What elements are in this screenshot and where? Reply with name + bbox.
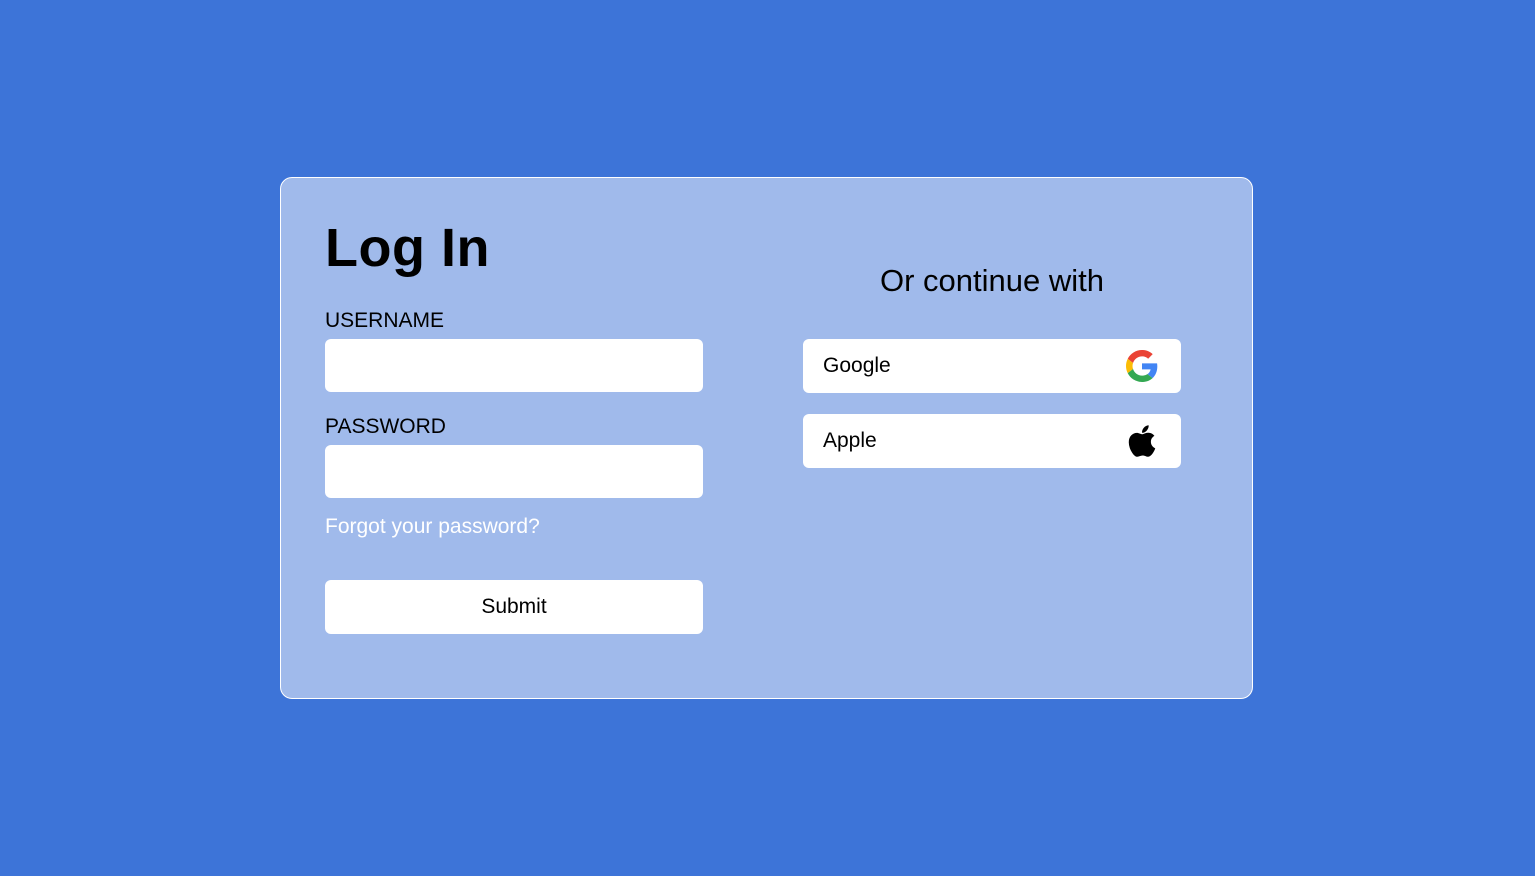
page-title: Log In	[325, 218, 490, 278]
social-heading: Or continue with	[880, 263, 1104, 298]
forgot-password-link[interactable]: Forgot your password?	[325, 514, 540, 540]
apple-login-button[interactable]: Apple	[803, 414, 1181, 468]
apple-button-label: Apple	[823, 429, 877, 452]
username-label: USERNAME	[325, 309, 445, 332]
submit-button[interactable]: Submit	[325, 580, 703, 634]
password-label: PASSWORD	[325, 415, 446, 438]
google-login-button[interactable]: Google	[803, 339, 1181, 393]
google-icon	[1125, 349, 1159, 383]
apple-icon	[1125, 424, 1159, 458]
login-card: Log In USERNAME PASSWORD Forgot your pas…	[280, 177, 1253, 699]
google-button-label: Google	[823, 354, 891, 377]
username-input[interactable]	[325, 339, 703, 392]
password-input[interactable]	[325, 445, 703, 498]
